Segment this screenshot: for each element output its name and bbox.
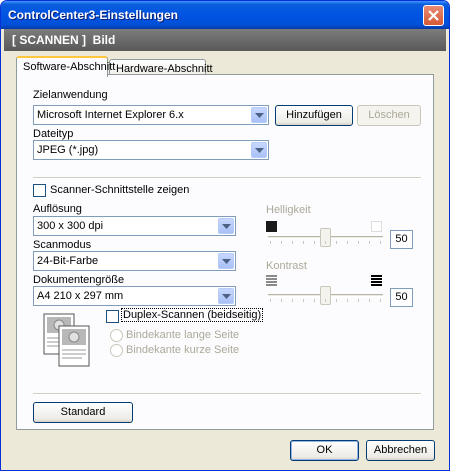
dropdown-arrow-icon xyxy=(218,253,234,269)
dropdown-arrow-icon xyxy=(251,107,267,123)
slider-tick xyxy=(270,241,271,244)
resolution-value: 300 x 300 dpi xyxy=(37,220,104,232)
slider-tick xyxy=(303,241,304,244)
slider-tick xyxy=(325,299,326,302)
tab-software-label: Software-Abschnitt xyxy=(23,61,116,73)
contrast-value[interactable]: 50 xyxy=(390,288,413,307)
slider-tick xyxy=(281,299,282,302)
title-bar[interactable]: ControlCenter3-Einstellungen xyxy=(1,1,449,29)
scan-mode-value: 24-Bit-Farbe xyxy=(37,255,99,267)
slider-tick xyxy=(358,241,359,244)
binding-long-radio[interactable] xyxy=(110,329,123,342)
slider-tick xyxy=(314,241,315,244)
dropdown-arrow-icon xyxy=(218,288,234,304)
separator xyxy=(33,393,421,395)
resolution-select[interactable]: 300 x 300 dpi xyxy=(33,216,236,236)
resolution-label: Auflösung xyxy=(33,203,82,215)
brightness-dark-icon xyxy=(266,221,277,232)
file-type-label: Dateityp xyxy=(33,128,74,140)
duplex-document-icon xyxy=(43,313,93,369)
slider-tick xyxy=(325,241,326,244)
slider-tick xyxy=(336,299,337,302)
dropdown-arrow-icon xyxy=(218,218,234,234)
contrast-high-icon xyxy=(371,275,382,286)
brightness-label: Helligkeit xyxy=(266,204,311,216)
binding-short-radio[interactable] xyxy=(110,344,123,357)
slider-tick xyxy=(292,299,293,302)
contrast-slider[interactable] xyxy=(320,286,331,305)
slider-tick xyxy=(347,241,348,244)
target-app-select[interactable]: Microsoft Internet Explorer 6.x xyxy=(33,105,269,125)
target-app-label: Zielanwendung xyxy=(33,89,108,101)
section-header-text: [ SCANNEN ] Bild xyxy=(12,33,116,47)
binding-short-label: Bindekante kurze Seite xyxy=(126,344,240,356)
dropdown-arrow-icon xyxy=(251,142,267,158)
slider-tick xyxy=(292,241,293,244)
slider-tick xyxy=(281,241,282,244)
slider-tick xyxy=(369,299,370,302)
slider-tick xyxy=(314,299,315,302)
section-header: [ SCANNEN ] Bild xyxy=(4,29,446,51)
duplex-checkbox[interactable] xyxy=(106,310,119,323)
scanner-interface-label: Scanner-Schnittstelle zeigen xyxy=(50,184,190,196)
close-button[interactable] xyxy=(423,5,444,26)
separator xyxy=(33,177,421,179)
slider-tick xyxy=(347,299,348,302)
duplex-label: Duplex-Scannen (beidseitig) xyxy=(121,308,264,322)
slider-tick xyxy=(358,299,359,302)
close-icon xyxy=(428,10,439,21)
brightness-light-icon xyxy=(371,221,382,232)
slider-tick xyxy=(369,241,370,244)
brightness-slider[interactable] xyxy=(320,228,331,247)
tab-panel: Zielanwendung Microsoft Internet Explore… xyxy=(16,74,434,430)
add-button[interactable]: Hinzufügen xyxy=(275,105,353,126)
window-title: ControlCenter3-Einstellungen xyxy=(8,8,179,22)
document-size-select[interactable]: A4 210 x 297 mm xyxy=(33,286,236,306)
slider-tick xyxy=(380,241,381,244)
document-size-value: A4 210 x 297 mm xyxy=(37,290,124,302)
scan-mode-select[interactable]: 24-Bit-Farbe xyxy=(33,251,236,271)
delete-button[interactable]: Löschen xyxy=(357,105,421,126)
cancel-button[interactable]: Abbrechen xyxy=(366,440,435,461)
binding-long-label: Bindekante lange Seite xyxy=(126,329,240,341)
slider-tick xyxy=(270,299,271,302)
settings-window: ControlCenter3-Einstellungen [ SCANNEN ]… xyxy=(0,0,450,471)
ok-button[interactable]: OK xyxy=(290,440,359,461)
slider-tick xyxy=(380,299,381,302)
file-type-value: JPEG (*.jpg) xyxy=(37,144,99,156)
default-button[interactable]: Standard xyxy=(33,402,133,423)
slider-tick xyxy=(303,299,304,302)
tab-software[interactable]: Software-Abschnitt xyxy=(16,56,115,77)
scan-mode-label: Scanmodus xyxy=(33,239,92,251)
slider-tick xyxy=(336,241,337,244)
brightness-value[interactable]: 50 xyxy=(390,230,413,249)
document-size-label: Dokumentengröße xyxy=(33,274,125,286)
contrast-low-icon xyxy=(266,275,277,286)
contrast-label: Kontrast xyxy=(266,260,307,272)
scanner-interface-checkbox[interactable] xyxy=(33,184,46,197)
target-app-value: Microsoft Internet Explorer 6.x xyxy=(37,109,184,121)
file-type-select[interactable]: JPEG (*.jpg) xyxy=(33,140,269,160)
